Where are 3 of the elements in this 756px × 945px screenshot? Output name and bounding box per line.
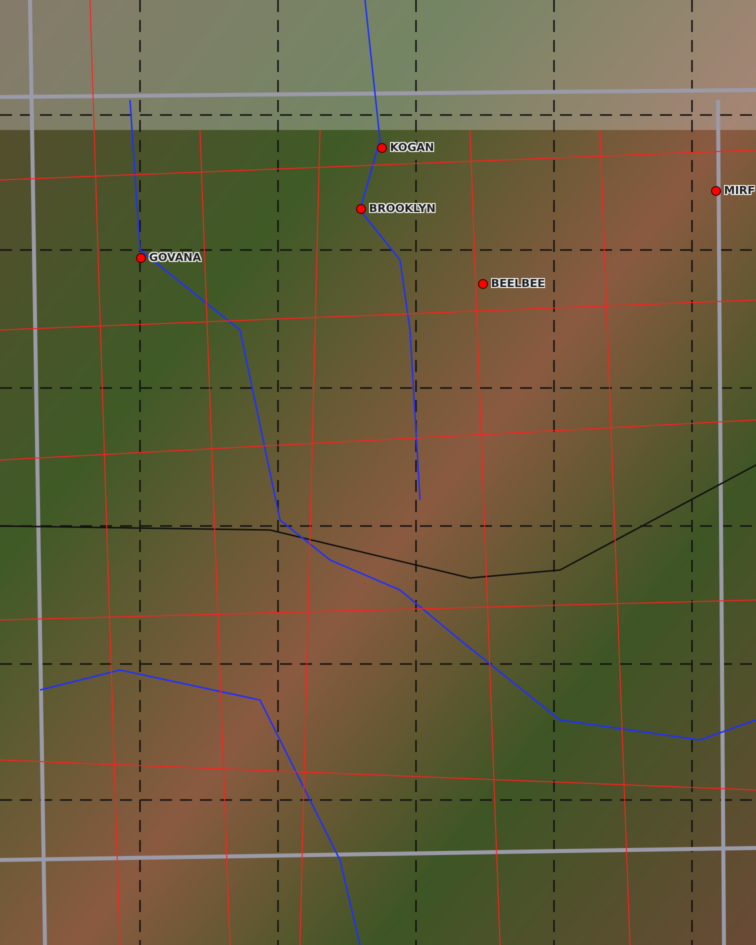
town-label: BEELBEE	[491, 277, 545, 290]
town-label: MIRF	[724, 184, 756, 197]
town-label: GOVANA	[149, 251, 202, 264]
